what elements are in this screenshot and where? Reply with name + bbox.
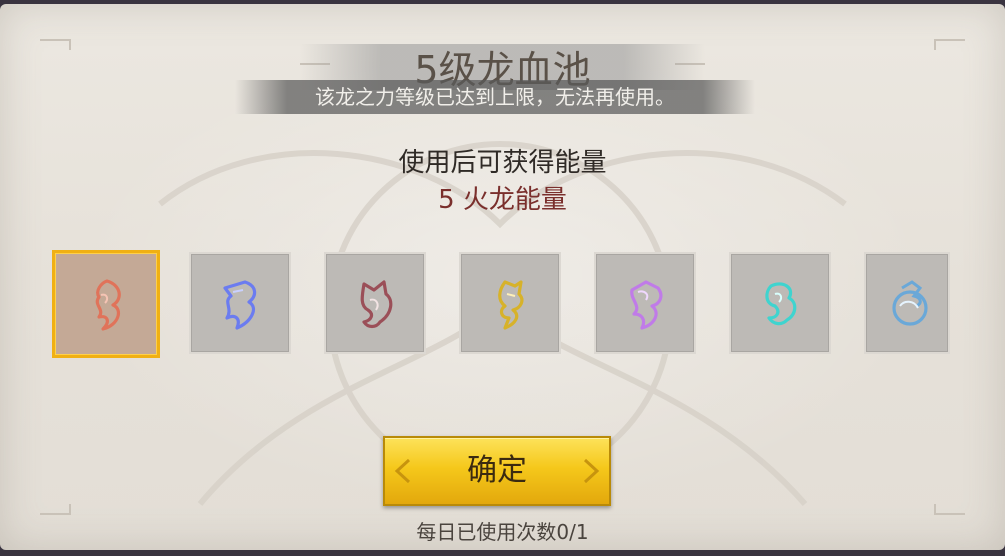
confirm-button-label: 确定 bbox=[467, 453, 527, 488]
reward-caption: 使用后可获得能量 bbox=[398, 148, 607, 178]
chevron-right-icon bbox=[583, 458, 600, 484]
dragon-slot-cyan[interactable] bbox=[729, 252, 831, 354]
dialog-panel: 5级龙血池 该龙之力等级已达到上限，无法再使用。 使用后可获得能量 5 火龙能量 bbox=[0, 4, 1005, 550]
dragon-slot-ice[interactable] bbox=[189, 252, 291, 354]
storm-dragon-icon bbox=[892, 280, 928, 326]
dragon-slot-fire[interactable] bbox=[52, 250, 160, 358]
purple-dragon-icon bbox=[630, 280, 663, 330]
confirm-button[interactable]: 确定 bbox=[383, 436, 611, 506]
dragon-slot-dark[interactable] bbox=[324, 252, 426, 354]
dragon-slot-purple[interactable] bbox=[594, 252, 696, 354]
cyan-dragon-icon bbox=[765, 282, 797, 326]
dragon-slot-storm[interactable] bbox=[864, 252, 950, 354]
dragon-slot-gold[interactable] bbox=[459, 252, 561, 354]
dark-dragon-icon bbox=[360, 280, 393, 329]
ice-dragon-icon bbox=[223, 280, 257, 330]
dragon-slot-list bbox=[52, 250, 952, 360]
fire-dragon-icon bbox=[95, 279, 121, 331]
limit-notice: 该龙之力等级已达到上限，无法再使用。 bbox=[315, 85, 675, 109]
gold-dragon-icon bbox=[498, 280, 524, 330]
daily-usage-count: 每日已使用次数0/1 bbox=[416, 520, 589, 544]
energy-reward: 5 火龙能量 bbox=[438, 185, 567, 215]
